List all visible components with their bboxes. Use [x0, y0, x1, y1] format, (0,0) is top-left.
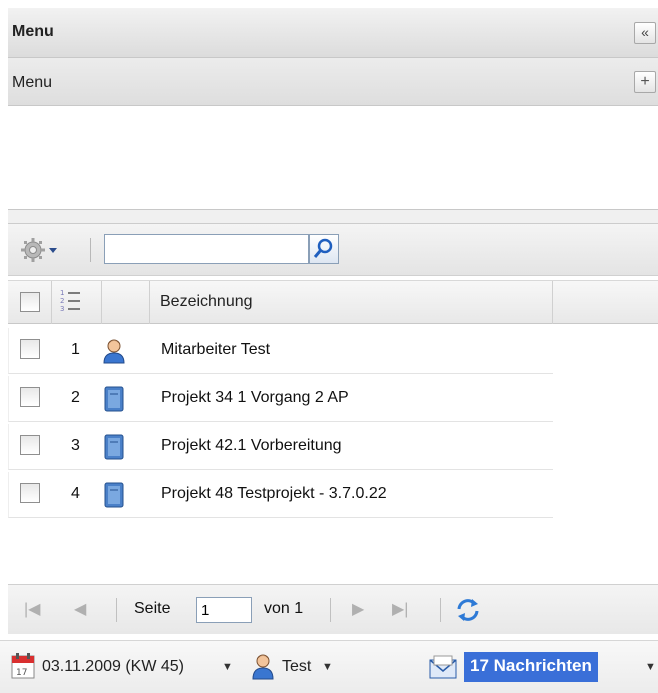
grid-header: 123 Bezeichnung — [8, 280, 658, 324]
submenu-title: Menu — [12, 74, 53, 91]
row-label: Projekt 48 Testprojekt - 3.7.0.22 — [161, 485, 387, 502]
person-icon — [101, 338, 127, 364]
table-row[interactable]: 4 Projekt 48 Testprojekt - 3.7.0.22 — [8, 472, 553, 518]
select-all-checkbox[interactable] — [20, 292, 40, 312]
row-checkbox[interactable] — [20, 435, 40, 455]
row-label: Projekt 34 1 Vorgang 2 AP — [161, 389, 349, 406]
expand-button[interactable]: + — [634, 71, 656, 93]
row-label: Mitarbeiter Test — [161, 341, 271, 358]
row-label: Projekt 42.1 Vorbereitung — [161, 437, 342, 454]
grid-toolbar — [8, 224, 658, 276]
status-bar: 17 03.11.2009 (KW 45) ▼ Test ▼ 17 Nachri… — [0, 640, 658, 693]
splitter[interactable] — [8, 210, 658, 224]
paging-toolbar: |◀ ◀ Seite von 1 ▶ ▶| — [8, 584, 658, 634]
last-page-icon[interactable]: ▶| — [392, 599, 408, 619]
row-number: 3 — [71, 437, 80, 454]
toolbar-divider — [90, 238, 91, 262]
chevron-down-icon[interactable]: ▼ — [222, 661, 233, 673]
row-checkbox[interactable] — [20, 387, 40, 407]
svg-text:17: 17 — [16, 668, 27, 678]
next-page-icon[interactable]: ▶ — [352, 599, 364, 619]
page-count-label: von 1 — [264, 600, 304, 617]
search-input[interactable] — [104, 234, 309, 264]
book-icon — [101, 434, 127, 460]
current-date[interactable]: 03.11.2009 (KW 45) — [42, 658, 184, 676]
column-header-bezeichnung[interactable]: Bezeichnung — [150, 281, 553, 324]
row-number: 2 — [71, 389, 80, 406]
row-number: 1 — [71, 341, 80, 358]
current-user[interactable]: Test — [282, 658, 311, 676]
pager-divider — [116, 598, 117, 622]
row-checkbox[interactable] — [20, 339, 40, 359]
book-icon — [101, 386, 127, 412]
magnifier-icon — [313, 238, 333, 258]
calendar-icon[interactable]: 17 — [10, 652, 36, 680]
book-icon — [101, 482, 127, 508]
select-all-cell — [8, 281, 52, 324]
pager-divider — [330, 598, 331, 622]
row-checkbox[interactable] — [20, 483, 40, 503]
first-page-icon[interactable]: |◀ — [24, 599, 40, 619]
row-number-header[interactable]: 123 — [52, 281, 102, 324]
user-icon[interactable] — [250, 652, 276, 680]
collapse-button[interactable]: « — [634, 22, 656, 44]
gear-icon[interactable] — [20, 236, 60, 264]
search-button[interactable] — [309, 234, 339, 264]
svg-text:1: 1 — [60, 289, 64, 297]
column-header-label: Bezeichnung — [160, 293, 253, 310]
mail-icon[interactable] — [428, 653, 458, 681]
prev-page-icon[interactable]: ◀ — [74, 599, 86, 619]
icon-column-header[interactable] — [102, 281, 150, 324]
page-label: Seite — [134, 600, 171, 617]
numbered-list-icon: 123 — [60, 289, 80, 313]
panel-title: Menu — [12, 23, 54, 40]
pager-divider — [440, 598, 441, 622]
svg-text:2: 2 — [60, 297, 64, 305]
page-number-input[interactable] — [196, 597, 252, 623]
svg-text:3: 3 — [60, 305, 64, 313]
table-row[interactable]: 1 Mitarbeiter Test — [8, 328, 553, 374]
row-number: 4 — [71, 485, 80, 502]
menu-body — [8, 106, 658, 210]
table-row[interactable]: 2 Projekt 34 1 Vorgang 2 AP — [8, 376, 553, 422]
refresh-icon[interactable] — [454, 596, 482, 624]
table-row[interactable]: 3 Projekt 42.1 Vorbereitung — [8, 424, 553, 470]
chevron-down-icon[interactable]: ▼ — [322, 661, 333, 673]
messages-badge[interactable]: 17 Nachrichten — [464, 652, 598, 682]
chevron-down-icon[interactable]: ▼ — [645, 661, 656, 673]
menu-panel-header: Menu « — [8, 8, 658, 58]
submenu-header[interactable]: Menu + — [8, 58, 658, 106]
